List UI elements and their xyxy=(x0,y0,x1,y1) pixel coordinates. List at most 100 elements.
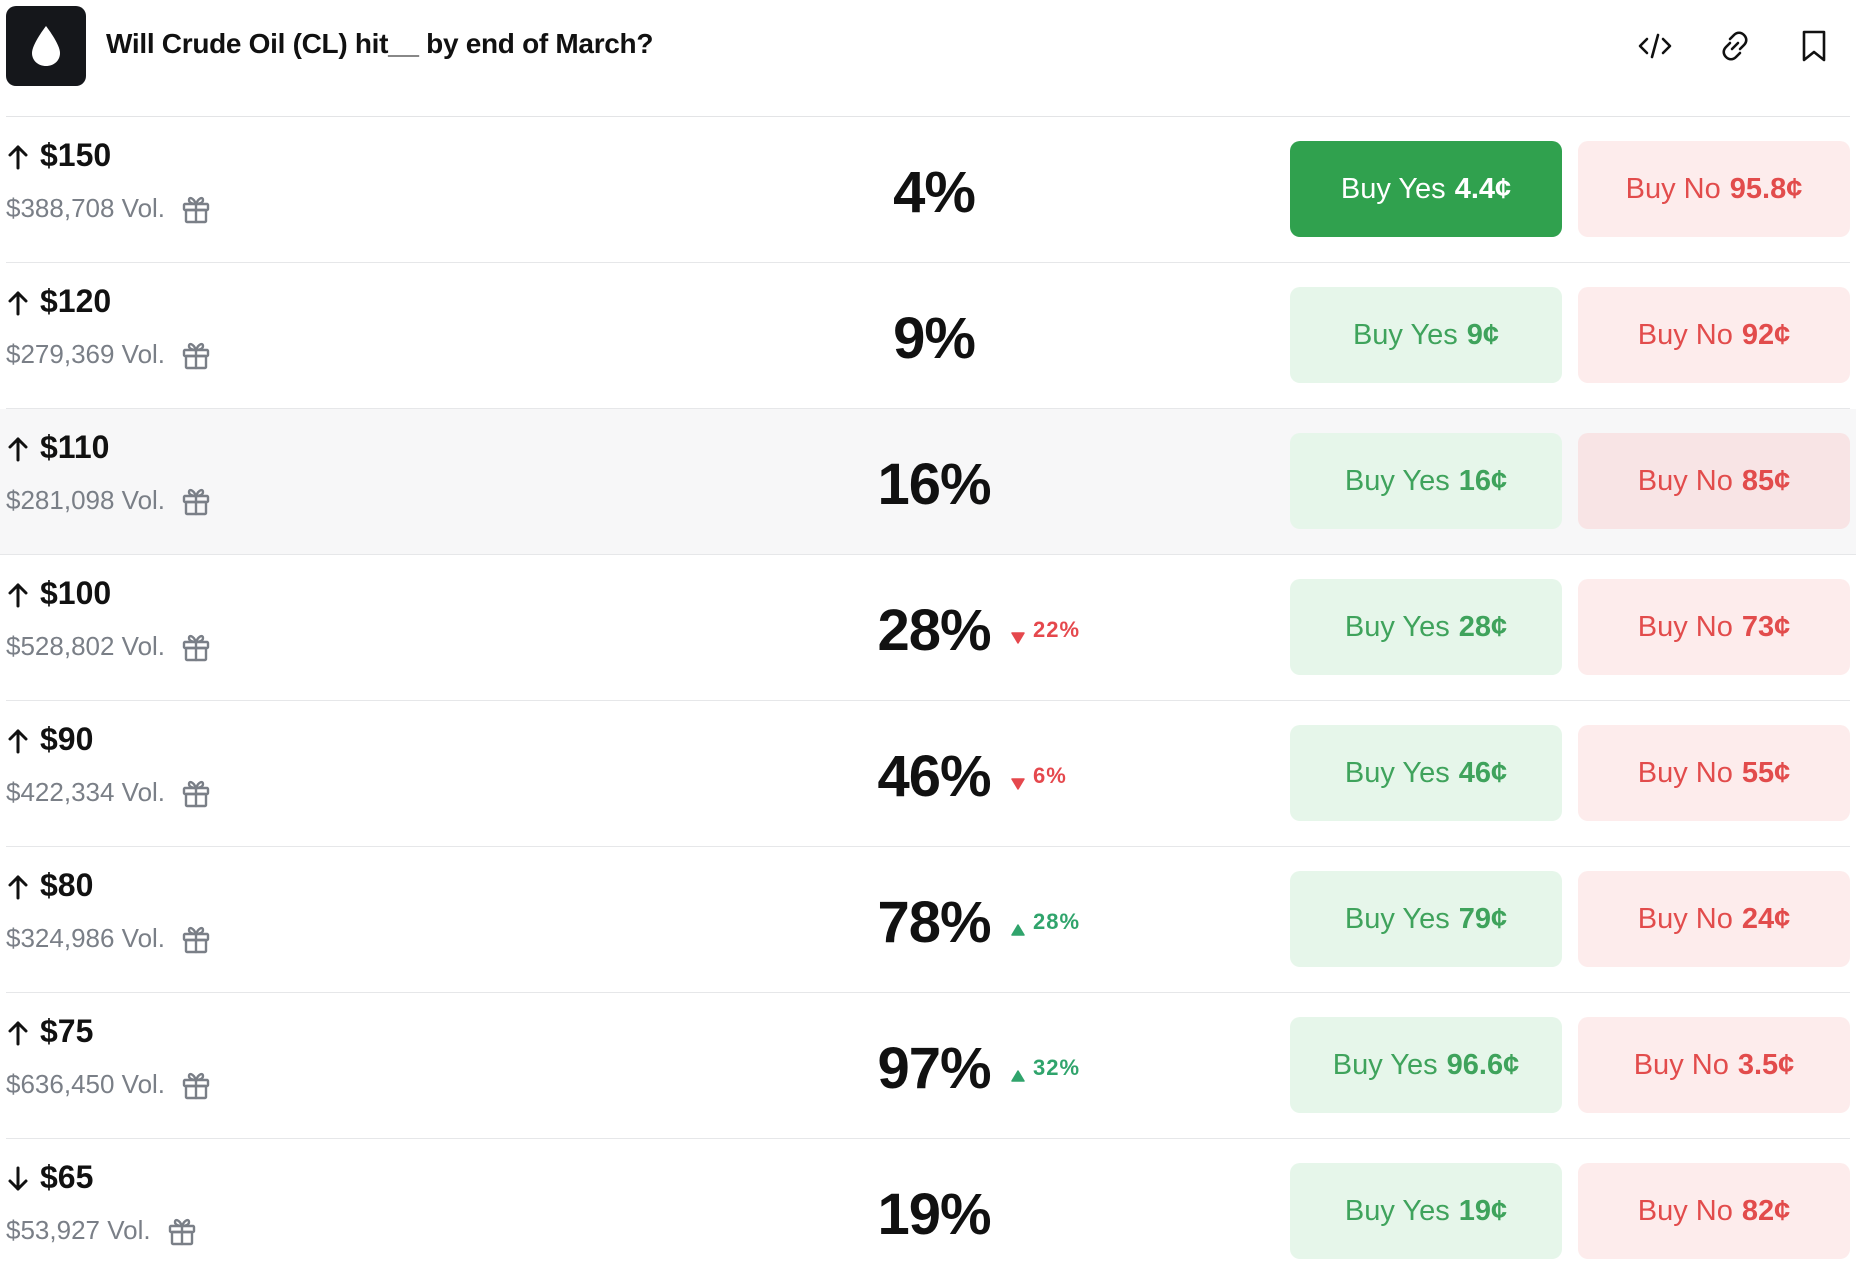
probability-change: 6% xyxy=(1011,763,1067,790)
volume-text: $281,098 Vol. xyxy=(6,485,166,515)
buy-no-button[interactable]: Buy No 55¢ xyxy=(1578,725,1850,821)
triangle-down-icon xyxy=(1011,624,1025,644)
buy-no-price: 92¢ xyxy=(1741,318,1791,351)
buy-yes-label: Buy Yes xyxy=(1340,172,1446,205)
buy-yes-label: Buy Yes xyxy=(1352,318,1458,351)
market-label: $90 xyxy=(6,721,93,758)
buy-no-label: Buy No xyxy=(1637,610,1733,643)
market-threshold: $80 xyxy=(40,867,94,903)
buy-no-price: 82¢ xyxy=(1741,1194,1791,1227)
market-label: $100 xyxy=(6,575,111,612)
gift-icon[interactable] xyxy=(181,632,211,662)
probability-cell: 19% xyxy=(874,1139,1194,1284)
buy-yes-button[interactable]: Buy Yes 19¢ xyxy=(1290,1163,1562,1259)
market-volume: $53,927 Vol. xyxy=(6,1215,197,1246)
gift-icon[interactable] xyxy=(181,486,211,516)
buy-no-price: 73¢ xyxy=(1741,610,1791,643)
embed-code-icon[interactable] xyxy=(1631,22,1679,70)
arrow-up-icon xyxy=(6,1018,30,1046)
buy-yes-button[interactable]: Buy Yes 46¢ xyxy=(1290,725,1562,821)
change-value: 22% xyxy=(1033,617,1081,642)
market-row: $90 $422,334 Vol. 46% 6% Buy Yes 46¢ Buy No 55¢ xyxy=(6,701,1850,847)
probability-value: 19% xyxy=(877,1182,991,1247)
buy-no-button[interactable]: Buy No 85¢ xyxy=(1578,433,1850,529)
probability-cell: 9% xyxy=(874,263,1194,408)
market-volume: $528,802 Vol. xyxy=(6,631,211,662)
market-volume: $324,986 Vol. xyxy=(6,923,211,954)
volume-text: $388,708 Vol. xyxy=(6,193,166,223)
probability-value: 16% xyxy=(877,452,991,517)
market-threshold: $100 xyxy=(40,575,112,611)
buy-yes-label: Buy Yes xyxy=(1344,756,1450,789)
probability-cell: 16% xyxy=(874,409,1194,554)
probability-value: 46% xyxy=(877,744,991,809)
arrow-up-icon xyxy=(6,580,30,608)
arrow-down-icon xyxy=(6,1164,30,1192)
buy-yes-label: Buy Yes xyxy=(1344,902,1450,935)
market-label: $75 xyxy=(6,1013,93,1050)
market-row: $65 $53,927 Vol. 19% Buy Yes 19¢ Buy No 82¢ xyxy=(6,1139,1850,1284)
buy-no-label: Buy No xyxy=(1637,1194,1733,1227)
link-icon[interactable] xyxy=(1711,22,1759,70)
market-label: $150 xyxy=(6,137,111,174)
buy-no-label: Buy No xyxy=(1637,464,1733,497)
buy-yes-button[interactable]: Buy Yes 96.6¢ xyxy=(1290,1017,1562,1113)
probability-cell: 4% xyxy=(874,117,1194,262)
gift-icon[interactable] xyxy=(181,924,211,954)
buy-yes-price: 9¢ xyxy=(1466,318,1500,351)
buy-yes-price: 4.4¢ xyxy=(1454,172,1512,205)
market-row: $150 $388,708 Vol. 4% Buy Yes 4.4¢ Buy No 95.8… xyxy=(6,117,1850,263)
buy-no-button[interactable]: Buy No 24¢ xyxy=(1578,871,1850,967)
change-value: 28% xyxy=(1033,909,1081,934)
market-volume: $281,098 Vol. xyxy=(6,485,211,516)
volume-text: $53,927 Vol. xyxy=(6,1215,151,1245)
buy-no-price: 3.5¢ xyxy=(1737,1048,1795,1081)
change-value: 32% xyxy=(1033,1055,1081,1080)
market-threshold: $65 xyxy=(40,1159,94,1195)
market-volume: $279,369 Vol. xyxy=(6,339,211,370)
probability-value: 78% xyxy=(877,890,991,955)
triangle-up-icon xyxy=(1011,916,1025,936)
market-row: $75 $636,450 Vol. 97% 32% Buy Yes 96.6¢ Buy No… xyxy=(6,993,1850,1139)
buy-yes-button[interactable]: Buy Yes 79¢ xyxy=(1290,871,1562,967)
buy-no-button[interactable]: Buy No 73¢ xyxy=(1578,579,1850,675)
probability-cell: 28% 22% xyxy=(874,555,1194,700)
buy-no-price: 24¢ xyxy=(1741,902,1791,935)
buy-yes-label: Buy Yes xyxy=(1344,1194,1450,1227)
buy-no-label: Buy No xyxy=(1637,902,1733,935)
buy-no-button[interactable]: Buy No 3.5¢ xyxy=(1578,1017,1850,1113)
buy-yes-button[interactable]: Buy Yes 4.4¢ xyxy=(1290,141,1562,237)
buy-yes-price: 16¢ xyxy=(1458,464,1508,497)
buy-no-price: 55¢ xyxy=(1741,756,1791,789)
gift-icon[interactable] xyxy=(181,340,211,370)
volume-text: $528,802 Vol. xyxy=(6,631,166,661)
probability-cell: 46% 6% xyxy=(874,701,1194,846)
bookmark-icon[interactable] xyxy=(1790,22,1838,70)
buy-no-button[interactable]: Buy No 92¢ xyxy=(1578,287,1850,383)
buy-yes-price: 96.6¢ xyxy=(1446,1048,1520,1081)
market-threshold: $120 xyxy=(40,283,112,319)
buy-yes-price: 46¢ xyxy=(1458,756,1508,789)
gift-icon[interactable] xyxy=(181,1070,211,1100)
market-threshold: $150 xyxy=(40,137,112,173)
buy-no-button[interactable]: Buy No 82¢ xyxy=(1578,1163,1850,1259)
arrow-up-icon xyxy=(6,726,30,754)
market-label: $120 xyxy=(6,283,111,320)
gift-icon[interactable] xyxy=(181,194,211,224)
market-header: Will Crude Oil (CL) hit__ by end of Marc… xyxy=(0,0,1860,116)
gift-icon[interactable] xyxy=(167,1216,197,1246)
buy-yes-button[interactable]: Buy Yes 16¢ xyxy=(1290,433,1562,529)
buy-yes-button[interactable]: Buy Yes 9¢ xyxy=(1290,287,1562,383)
buy-no-button[interactable]: Buy No 95.8¢ xyxy=(1578,141,1850,237)
market-label: $65 xyxy=(6,1159,93,1196)
market-threshold: $110 xyxy=(40,429,110,465)
market-row: $120 $279,369 Vol. 9% Buy Yes 9¢ Buy No 92¢ xyxy=(6,263,1850,409)
buy-yes-button[interactable]: Buy Yes 28¢ xyxy=(1290,579,1562,675)
probability-value: 4% xyxy=(893,160,976,225)
market-volume: $422,334 Vol. xyxy=(6,777,211,808)
change-value: 6% xyxy=(1033,763,1067,788)
gift-icon[interactable] xyxy=(181,778,211,808)
market-label: $80 xyxy=(6,867,93,904)
buy-yes-label: Buy Yes xyxy=(1344,464,1450,497)
market-list: $150 $388,708 Vol. 4% Buy Yes 4.4¢ Buy No 95.8… xyxy=(0,117,1860,1284)
